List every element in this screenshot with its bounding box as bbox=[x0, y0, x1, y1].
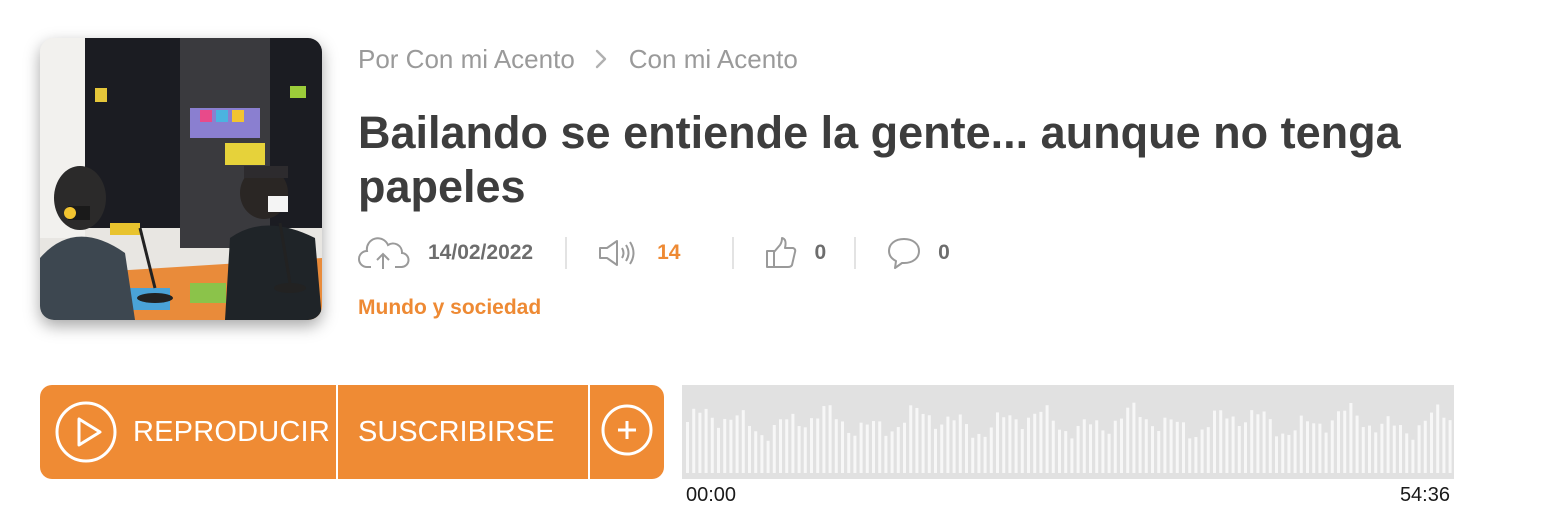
upload-date: 14/02/2022 bbox=[428, 241, 534, 264]
plus-circle-icon[interactable] bbox=[600, 403, 654, 462]
add-to-list-button[interactable] bbox=[590, 385, 664, 479]
total-duration: 54:36 bbox=[1399, 484, 1450, 506]
breadcrumb-program-link[interactable]: Con mi Acento bbox=[629, 44, 798, 75]
cloud-upload-icon bbox=[358, 236, 410, 270]
plays-stat: 14 bbox=[597, 232, 680, 274]
play-button[interactable]: REPRODUCIR bbox=[40, 385, 336, 479]
episode-title: Bailando se entiende la gente... aunque … bbox=[358, 107, 1401, 212]
stat-divider bbox=[732, 237, 735, 269]
play-circle-icon[interactable] bbox=[55, 401, 117, 463]
waveform[interactable] bbox=[682, 385, 1454, 479]
comments-stat[interactable]: 0 bbox=[886, 232, 950, 274]
stat-divider bbox=[854, 237, 857, 269]
waveform-seek-bar[interactable] bbox=[682, 385, 1454, 479]
stat-divider bbox=[565, 237, 568, 269]
speech-bubble-icon[interactable] bbox=[886, 236, 922, 270]
podcast-cover-image[interactable] bbox=[40, 38, 322, 320]
likes-count: 0 bbox=[814, 241, 827, 264]
play-label: REPRODUCIR bbox=[133, 415, 330, 448]
plays-count: 14 bbox=[657, 241, 681, 264]
episode-stats: 14/02/2022 14 0 0 bbox=[358, 232, 950, 274]
breadcrumb: Por Con mi Acento Con mi Acento bbox=[358, 42, 798, 76]
chevron-right-icon bbox=[595, 49, 607, 69]
likes-stat[interactable]: 0 bbox=[764, 232, 826, 274]
subscribe-button[interactable]: SUSCRIBIRSE bbox=[338, 385, 588, 479]
category-link[interactable]: Mundo y sociedad bbox=[358, 296, 541, 320]
thumbs-up-icon[interactable] bbox=[764, 236, 798, 270]
elapsed-time: 00:00 bbox=[686, 484, 737, 506]
comments-count: 0 bbox=[938, 241, 950, 264]
breadcrumb-author-link[interactable]: Por Con mi Acento bbox=[358, 44, 575, 75]
player-controls: REPRODUCIR SUSCRIBIRSE bbox=[40, 385, 664, 479]
speaker-icon bbox=[597, 237, 639, 269]
upload-date-stat: 14/02/2022 bbox=[358, 232, 533, 274]
